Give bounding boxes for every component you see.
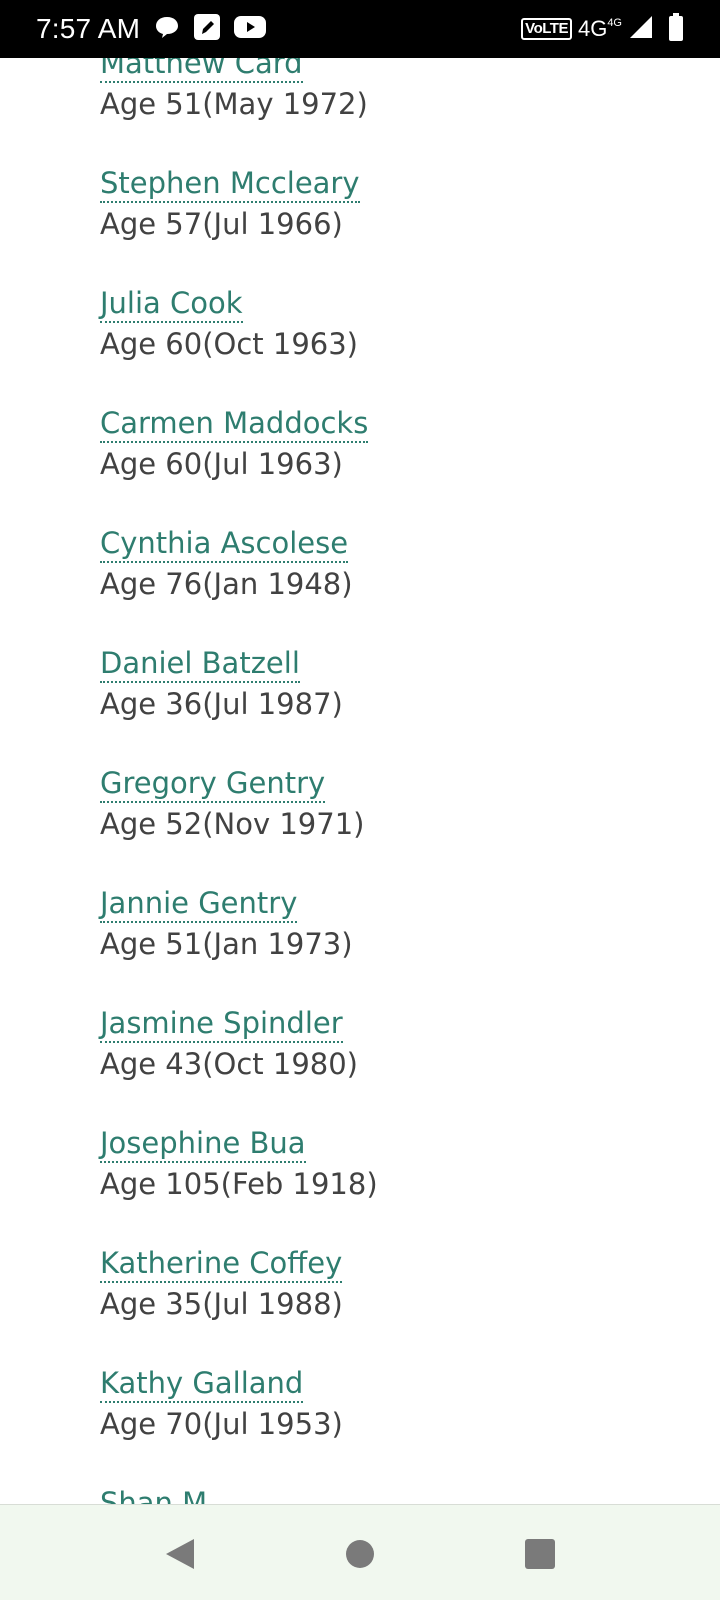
status-bar: 7:57 AM VoLTE 4G4G [0,0,720,58]
person-name-link[interactable]: Shan M [100,1486,207,1504]
person-age: Age 57(Jul 1966) [100,207,343,241]
navigation-bar [0,1504,720,1600]
person-age: Age 76(Jan 1948) [100,567,353,601]
list-item: Cynthia Ascolese Age 76(Jan 1948) [100,526,353,601]
people-list[interactable]: Matthew Card Age 51(May 1972) Stephen Mc… [0,58,720,1504]
person-age: Age 105(Feb 1918) [100,1167,378,1201]
signal-icon [628,14,654,44]
person-name-link[interactable]: Kathy Galland [100,1366,304,1403]
network-type-sup: 4G [607,16,622,29]
volte-badge: VoLTE [521,18,572,40]
person-name-link[interactable]: Matthew Card [100,58,303,83]
person-age: Age 36(Jul 1987) [100,687,343,721]
list-item: Katherine Coffey Age 35(Jul 1988) [100,1246,343,1321]
list-item: Matthew Card Age 51(May 1972) [100,58,368,121]
person-name-link[interactable]: Cynthia Ascolese [100,526,349,563]
recents-button[interactable] [523,1537,557,1571]
person-name-link[interactable]: Jannie Gentry [100,886,298,923]
note-edit-icon [192,12,222,46]
chat-bubble-icon [154,14,180,44]
network-type-label: 4G [577,16,608,41]
network-type: 4G4G [578,16,622,42]
person-name-link[interactable]: Jasmine Spindler [100,1006,343,1043]
list-item: Jannie Gentry Age 51(Jan 1973) [100,886,353,961]
list-item: Julia Cook Age 60(Oct 1963) [100,286,358,361]
status-right: VoLTE 4G4G [521,13,684,45]
list-item: Carmen Maddocks Age 60(Jul 1963) [100,406,369,481]
person-name-link[interactable]: Katherine Coffey [100,1246,343,1283]
list-item: Kathy Galland Age 70(Jul 1953) [100,1366,343,1441]
recents-icon [525,1539,555,1569]
list-item: Josephine Bua Age 105(Feb 1918) [100,1126,378,1201]
person-name-link[interactable]: Julia Cook [100,286,243,323]
list-item: Daniel Batzell Age 36(Jul 1987) [100,646,343,721]
person-name-link[interactable]: Stephen Mccleary [100,166,360,203]
person-age: Age 51(Jan 1973) [100,927,353,961]
list-item: Shan M [100,1486,207,1504]
person-name-link[interactable]: Gregory Gentry [100,766,326,803]
youtube-icon [234,15,267,43]
person-age: Age 51(May 1972) [100,87,368,121]
person-name-link[interactable]: Daniel Batzell [100,646,300,683]
status-time: 7:57 AM [36,13,141,44]
person-age: Age 43(Oct 1980) [100,1047,358,1081]
person-age: Age 60(Jul 1963) [100,447,343,481]
battery-icon [668,13,684,45]
person-age: Age 70(Jul 1953) [100,1407,343,1441]
person-age: Age 35(Jul 1988) [100,1287,343,1321]
home-icon [346,1540,374,1568]
person-age: Age 60(Oct 1963) [100,327,358,361]
list-item: Jasmine Spindler Age 43(Oct 1980) [100,1006,358,1081]
person-name-link[interactable]: Josephine Bua [100,1126,306,1163]
notification-icons [154,12,267,46]
person-name-link[interactable]: Carmen Maddocks [100,406,369,443]
back-button[interactable] [162,1537,196,1571]
back-icon [166,1539,194,1569]
home-button[interactable] [343,1537,377,1571]
list-item: Gregory Gentry Age 52(Nov 1971) [100,766,364,841]
person-age: Age 52(Nov 1971) [100,807,365,841]
list-item: Stephen Mccleary Age 57(Jul 1966) [100,166,360,241]
